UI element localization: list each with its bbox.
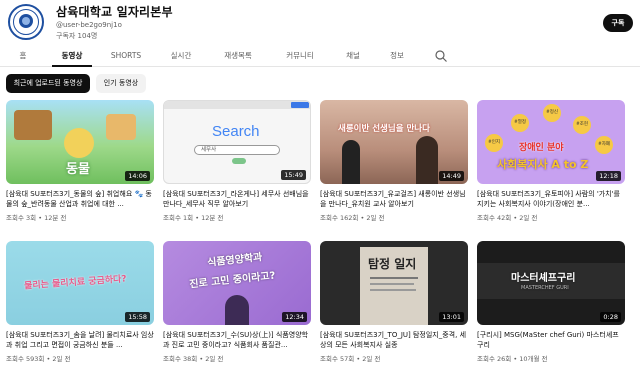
thumb-character <box>64 128 94 158</box>
video-meta: 조회수 3회 • 12분 전 <box>6 214 67 222</box>
video-title[interactable]: [삼육대 SU포터즈3기_유교걸즈] 새롱이반 선생님을 만나다_유치원 교사 … <box>320 189 468 209</box>
video-thumbnail[interactable]: 물리는 물리치료 궁금하다? 15:58 <box>6 241 154 325</box>
thumb-text: 마스터셰프구리 <box>511 273 576 284</box>
thumb-person <box>225 295 249 325</box>
video-thumbnail[interactable]: 마스터셰프구리 MASTERCHEF GURI 0:28 <box>477 241 625 325</box>
tab-playlists[interactable]: 재생목록 <box>219 45 257 67</box>
tag-bubble: #열정 <box>511 114 529 132</box>
thumb-paper-line <box>370 289 416 291</box>
video-duration: 15:49 <box>281 170 306 180</box>
tag-bubble: #인지 <box>485 134 503 152</box>
video-title[interactable]: [삼육대 SU포터즈3기_라온게나] 세무사 선배님을 만나다_세무사 직무 알… <box>163 189 311 209</box>
video-thumbnail[interactable]: 탐정 일지 13:01 <box>320 241 468 325</box>
video-meta: 조회수 1회 • 12분 전 <box>163 214 224 222</box>
video-duration: 0:28 <box>600 312 621 322</box>
video-duration: 13:01 <box>439 312 464 322</box>
tag-bubble: #정신 <box>543 104 561 122</box>
thumb-search-button <box>232 158 246 164</box>
thumb-subtext: 사회복지사 A to Z <box>497 158 589 171</box>
video-meta: 조회수 42회 • 2일 전 <box>477 214 538 222</box>
thumb-person-left <box>342 140 360 184</box>
video-title[interactable]: [삼육대 SU포터즈3기_솜을 날려] 물리치료사 임상과 취업 그리고 면접이… <box>6 330 154 350</box>
video-duration: 15:58 <box>125 312 150 322</box>
video-meta: 조회수 162회 • 2일 전 <box>320 214 385 222</box>
thumb-browser-button <box>291 102 309 108</box>
tab-about[interactable]: 정보 <box>386 45 408 67</box>
video-duration: 14:06 <box>125 171 150 181</box>
thumb-subtext: 진로 고민 중이라고? <box>188 270 276 291</box>
video-thumbnail[interactable]: 동물 14:06 <box>6 100 154 184</box>
tab-videos[interactable]: 동영상 <box>52 45 92 67</box>
thumb-text: 식품영양학과 <box>206 252 263 269</box>
thumb-text: 탐정 일지 <box>368 257 417 271</box>
video-duration: 12:18 <box>596 171 621 181</box>
search-icon[interactable] <box>434 49 448 63</box>
thumb-paper-line <box>370 283 414 285</box>
tab-live[interactable]: 실시간 <box>166 45 196 67</box>
video-title[interactable]: [삼육대 SU포터즈3기_TO_JU] 탐정일지_중격, 세상의 모든 사회복지… <box>320 330 468 350</box>
channel-header: 삼육대학교 일자리본부 @user-be2go9nj1o 구독자 104명 구독 <box>0 0 640 44</box>
avatar-emblem-inner <box>22 17 30 25</box>
thumb-text: 동물 <box>66 162 90 177</box>
thumb-subtext: MASTERCHEF GURI <box>521 285 569 291</box>
tab-shorts[interactable]: SHORTS <box>108 45 144 67</box>
video-meta: 조회수 57회 • 2일 전 <box>320 355 381 363</box>
tag-bubble: #자폐 <box>595 136 613 154</box>
thumb-text: Search <box>212 123 260 140</box>
thumb-tent <box>106 114 136 140</box>
video-title[interactable]: [구리시] MSG(MaSter chef Guri) 마스터셰프 구리 <box>477 330 625 350</box>
video-title[interactable]: [삼육대 SU포터즈3기_유토피아] 사람의 '가치'를 지키는 사회복지사 이… <box>477 189 625 209</box>
thumb-text: 물리는 물리치료 궁금하다? <box>23 274 127 292</box>
video-meta: 조회수 26회 • 10개월 전 <box>477 355 548 363</box>
thumb-person-right <box>416 136 438 184</box>
channel-tabs: 홈 동영상 SHORTS 실시간 재생목록 커뮤니티 채널 정보 <box>0 45 640 67</box>
channel-handle: @user-be2go9nj1o <box>56 21 122 29</box>
tab-channels[interactable]: 채널 <box>342 45 364 67</box>
video-duration: 14:49 <box>439 171 464 181</box>
chip-popular[interactable]: 인기 동영상 <box>96 74 146 93</box>
channel-avatar[interactable] <box>8 4 44 40</box>
tab-home[interactable]: 홈 <box>12 45 34 67</box>
thumb-text: 장애인 분야 <box>519 143 564 153</box>
subscribe-button[interactable]: 구독 <box>603 14 633 32</box>
channel-name: 삼육대학교 일자리본부 <box>56 5 173 19</box>
video-thumbnail[interactable]: 식품영양학과 진로 고민 중이라고? 12:34 <box>163 241 311 325</box>
thumb-browser-bar <box>164 101 310 109</box>
thumb-search-box: 세무사 <box>194 145 280 155</box>
thumb-paper-line <box>370 277 418 279</box>
video-title[interactable]: [삼육대 SU포터즈3기_동물의 숲] 취업해요 🐾 동물의 숲_반려동물 산업… <box>6 189 154 209</box>
video-duration: 12:34 <box>282 312 307 322</box>
video-meta: 조회수 593회 • 2일 전 <box>6 355 71 363</box>
video-thumbnail[interactable]: 새롱이반 선생님을 만나다 14:49 <box>320 100 468 184</box>
tag-bubble: #조현 <box>573 116 591 134</box>
video-thumbnail[interactable]: Search 세무사 15:49 <box>163 100 311 184</box>
thumb-house <box>14 110 52 140</box>
thumb-text: 새롱이반 선생님을 만나다 <box>338 124 430 134</box>
tab-community[interactable]: 커뮤니티 <box>281 45 319 67</box>
video-title[interactable]: [삼육대 SU포터즈3기_수(SU)상(上)] 식품영양학과 진로 고민 중이라… <box>163 330 311 350</box>
chip-recent[interactable]: 최근에 업로드된 동영상 <box>6 74 90 93</box>
subscriber-count: 구독자 104명 <box>56 32 98 40</box>
video-meta: 조회수 38회 • 2일 전 <box>163 355 224 363</box>
video-thumbnail[interactable]: #열정 #정신 #조현 #인지 #자폐 장애인 분야 사회복지사 A to Z … <box>477 100 625 184</box>
